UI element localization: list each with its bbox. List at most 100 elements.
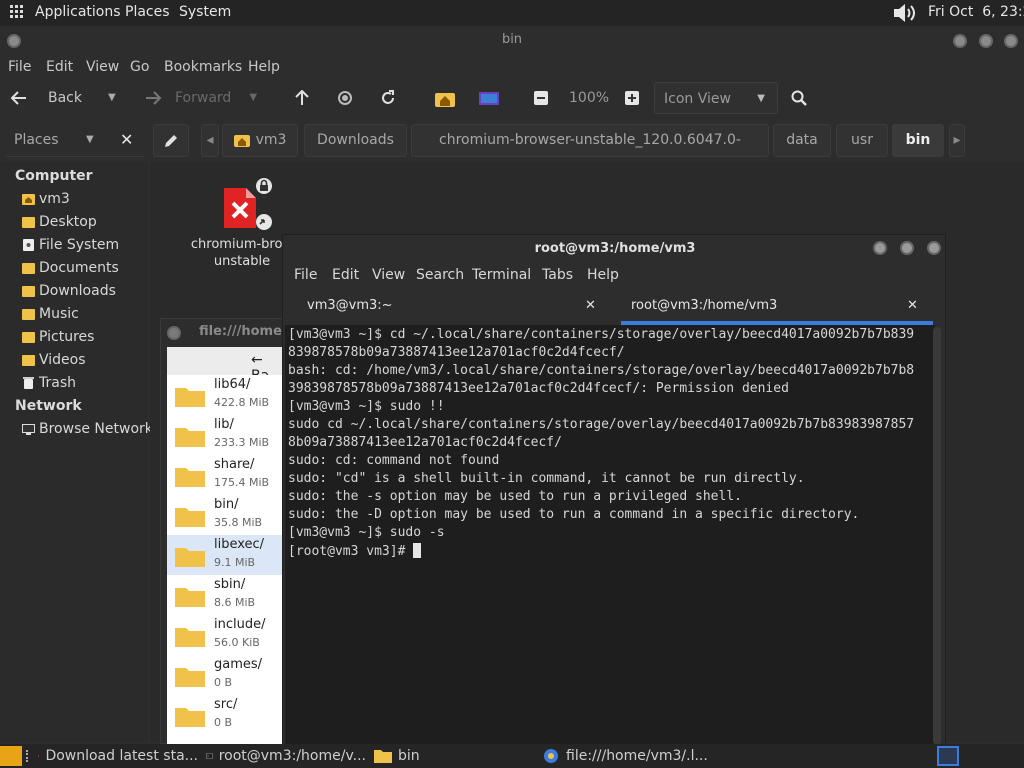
zoom-in-icon[interactable] xyxy=(625,91,639,105)
menu-view[interactable]: View xyxy=(86,59,119,75)
window-titlebar[interactable]: root@vm3:/home/vm3 xyxy=(283,235,947,263)
back-button[interactable]: Back ▼ xyxy=(10,82,130,114)
handle-icon[interactable] xyxy=(26,750,32,762)
list-item[interactable]: bin/ 35.8 MiB xyxy=(167,495,285,535)
places-menu[interactable]: Places xyxy=(125,4,170,20)
sidebar-item-browse-network[interactable]: Browse Network xyxy=(22,419,153,439)
menu-tabs[interactable]: Tabs xyxy=(542,267,573,283)
list-item[interactable]: sbin/ 8.6 MiB xyxy=(167,575,285,615)
folder-icon xyxy=(175,628,205,647)
path-segment-chromium[interactable]: chromium-browser-unstable_120.0.6047.0-1… xyxy=(411,124,769,179)
clock[interactable]: Fri Oct 6, 23:21 xyxy=(928,4,1024,20)
second-file-window[interactable]: file:///home/ ← Ba lib64/ 422.8 MiB lib/… xyxy=(160,318,290,745)
chevron-down-icon: ▼ xyxy=(249,92,258,103)
menu-file[interactable]: File xyxy=(8,59,31,75)
path-segment-usr[interactable]: usr xyxy=(836,124,888,157)
system-menu[interactable]: System xyxy=(179,4,231,20)
workspace-switcher-icon[interactable] xyxy=(937,746,959,766)
window-menu-icon[interactable] xyxy=(167,326,181,340)
maximize-button[interactable] xyxy=(900,241,914,255)
sidebar: Computer vm3 Desktop File System Documen… xyxy=(0,162,153,742)
path-segment-data[interactable]: data xyxy=(773,124,831,157)
home-folder-icon xyxy=(22,194,35,205)
minimize-button[interactable] xyxy=(953,34,967,48)
list-item[interactable]: src/ 0 B xyxy=(167,695,285,735)
volume-icon[interactable] xyxy=(893,3,921,23)
list-item-selected[interactable]: libexec/ 9.1 MiB xyxy=(167,535,285,575)
menu-help[interactable]: Help xyxy=(248,59,280,75)
applications-menu[interactable]: Applications xyxy=(35,4,121,20)
menu-edit[interactable]: Edit xyxy=(332,267,359,283)
menu-view[interactable]: View xyxy=(372,267,405,283)
trash-icon xyxy=(23,377,34,389)
list-item[interactable]: games/ 0 B xyxy=(167,655,285,695)
task-file-manager[interactable]: bin xyxy=(374,744,534,768)
folder-icon xyxy=(175,388,205,407)
chevron-down-icon: ▼ xyxy=(86,134,94,145)
terminal-icon xyxy=(206,753,213,759)
task-browser[interactable]: Download latest sta... xyxy=(38,744,198,768)
sidebar-item-downloads[interactable]: Downloads xyxy=(22,281,116,301)
maximize-button[interactable] xyxy=(979,34,993,48)
menu-terminal[interactable]: Terminal xyxy=(472,267,531,283)
sidebar-item-file-system[interactable]: File System xyxy=(22,235,119,255)
reload-icon[interactable] xyxy=(380,90,396,106)
list-item[interactable]: share/ 175.4 MiB xyxy=(167,455,285,495)
path-segment-vm3[interactable]: vm3 xyxy=(222,124,298,157)
search-icon[interactable] xyxy=(791,90,807,106)
stop-icon[interactable] xyxy=(337,90,353,106)
pencil-icon xyxy=(163,133,179,149)
path-scroll-right[interactable]: ▸ xyxy=(949,124,965,157)
terminal-output[interactable]: [vm3@vm3 ~]$ cd ~/.local/share/container… xyxy=(285,325,935,745)
tab-root-active[interactable]: root@vm3:/home/vm3 ✕ xyxy=(621,291,933,325)
sidebar-item-vm3[interactable]: vm3 xyxy=(22,189,70,209)
sidebar-item-music[interactable]: Music xyxy=(22,304,79,324)
minimize-button[interactable] xyxy=(873,241,887,255)
path-scroll-left[interactable]: ◂ xyxy=(201,124,219,157)
menu-search[interactable]: Search xyxy=(416,267,464,283)
list-item[interactable]: include/ 56.0 KiB xyxy=(167,615,285,655)
task-file-window[interactable]: file:///home/vm3/.l... xyxy=(542,744,712,768)
computer-icon[interactable] xyxy=(478,90,500,108)
edit-path-button[interactable] xyxy=(153,124,189,157)
forward-button[interactable]: Forward ▼ xyxy=(144,82,270,114)
folder-list: lib64/ 422.8 MiB lib/ 233.3 MiB share/ 1… xyxy=(167,375,285,745)
menu-bookmarks[interactable]: Bookmarks xyxy=(164,59,242,75)
folder-icon xyxy=(175,668,205,687)
sidebar-item-desktop[interactable]: Desktop xyxy=(22,212,97,232)
sidebar-item-pictures[interactable]: Pictures xyxy=(22,327,94,347)
terminal-window[interactable]: root@vm3:/home/vm3 File Edit View Search… xyxy=(282,234,946,746)
close-icon[interactable]: ✕ xyxy=(907,291,918,321)
window-titlebar[interactable]: bin xyxy=(0,26,1024,56)
menu-help[interactable]: Help xyxy=(587,267,619,283)
sidebar-item-documents[interactable]: Documents xyxy=(22,258,119,278)
close-icon[interactable]: ✕ xyxy=(120,130,133,149)
terminal-line: 39839878578b09a73887413ee12a701acf0c2d4f… xyxy=(288,381,789,396)
home-icon[interactable] xyxy=(434,90,456,108)
up-arrow-icon[interactable] xyxy=(294,90,310,106)
zoom-out-icon[interactable] xyxy=(534,91,548,105)
lock-icon xyxy=(256,178,272,194)
list-item[interactable]: lib64/ 422.8 MiB xyxy=(167,375,285,415)
task-terminal[interactable]: root@vm3:/home/v... xyxy=(206,744,366,768)
terminal-line: sudo: cd: command not found xyxy=(288,453,500,468)
close-button[interactable] xyxy=(1004,34,1018,48)
path-segment-downloads[interactable]: Downloads xyxy=(304,124,407,157)
menu-edit[interactable]: Edit xyxy=(46,59,73,75)
close-icon[interactable]: ✕ xyxy=(585,291,596,321)
list-item[interactable]: lib/ 233.3 MiB xyxy=(167,415,285,455)
grid-icon[interactable] xyxy=(10,5,24,19)
menu-file[interactable]: File xyxy=(294,267,317,283)
sidebar-item-trash[interactable]: Trash xyxy=(22,373,76,393)
tab-vm3[interactable]: vm3@vm3:~ ✕ xyxy=(285,291,615,325)
path-segment-bin[interactable]: bin xyxy=(892,124,944,157)
sidebar-item-videos[interactable]: Videos xyxy=(22,350,86,370)
menu-go[interactable]: Go xyxy=(130,59,149,75)
terminal-line: [vm3@vm3 ~]$ sudo !! xyxy=(288,399,445,414)
terminal-scrollbar[interactable] xyxy=(933,327,941,745)
side-pane-selector[interactable]: Places ▼ ✕ xyxy=(6,124,144,157)
window-menu-icon[interactable] xyxy=(7,34,21,48)
view-mode-select[interactable]: Icon View ▼ xyxy=(654,82,778,114)
show-desktop-icon[interactable] xyxy=(0,746,22,766)
close-button[interactable] xyxy=(927,241,941,255)
